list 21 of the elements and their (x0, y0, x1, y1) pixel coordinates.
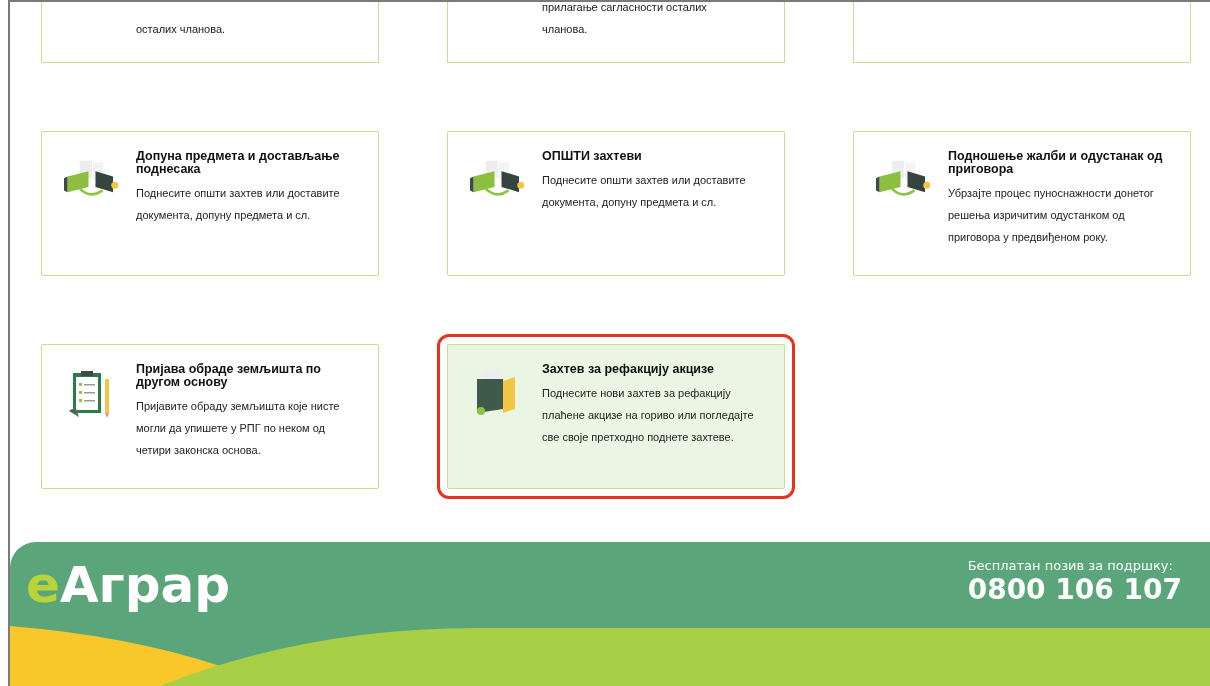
card-title: Захтев за рефакцију акцизе (542, 363, 715, 376)
card-title: Пријава обраде земљишта по другом основу (136, 363, 322, 389)
card-title: ОПШТИ захтеви (542, 150, 643, 163)
card-description: Убрзајте процес пуноснажности донетог решења изричитим одустанком од приговора у предвиђеном року. (948, 186, 1155, 245)
service-card[interactable]: ОПШТИ захтеви Поднесите општи захтев или доставите документа, допуну предмета и сл. (447, 131, 785, 276)
card-description: осталих чланова. (136, 22, 227, 37)
card-description: Пријавите обраду земљишта које нисте могли да упишете у РПГ по неком од четири законска основа. (136, 399, 341, 458)
card-title: Допуна предмета и достављање поднесака (136, 150, 341, 176)
service-card[interactable]: Пријава обраде земљишта по другом основу Пријавите обраду земљишта које нисте могли да упишете у РПГ по неком од четири законска основа. (41, 344, 379, 489)
card-title: Подношење жалби и одустанак од приговора (948, 150, 1164, 176)
service-card[interactable]: Подношење жалби и одустанак од приговора Убрзајте процес пуноснажности донетог решења изричитим одустанком од приговора у предвиђеном року. (853, 131, 1191, 276)
phone-number: 0800 106 107 (967, 573, 1182, 606)
service-card[interactable]: Допуна предмета и достављање поднесака Поднесите општи захтев или доставите документа, допуну предмета и сл. (41, 131, 379, 276)
card-description: прилагање сагласности осталих чланова. (542, 0, 708, 37)
service-card[interactable]: прилагање сагласности осталих чланова. (447, 2, 785, 63)
card-description: Поднесите општи захтев или доставите документа, допуну предмета и сл. (136, 186, 341, 223)
support-label: Бесплатан позив за подршку: (967, 558, 1173, 573)
card-description: Поднесите општи захтев или доставите документа, допуну предмета и сл. (542, 173, 747, 210)
card-description: Поднесите нови захтев за рефакцију плаћене акцизе на гориво или погледајте све своје претходно поднете захтеве. (542, 386, 755, 445)
service-card[interactable] (853, 2, 1191, 63)
service-card[interactable]: осталих чланова. (41, 2, 379, 63)
